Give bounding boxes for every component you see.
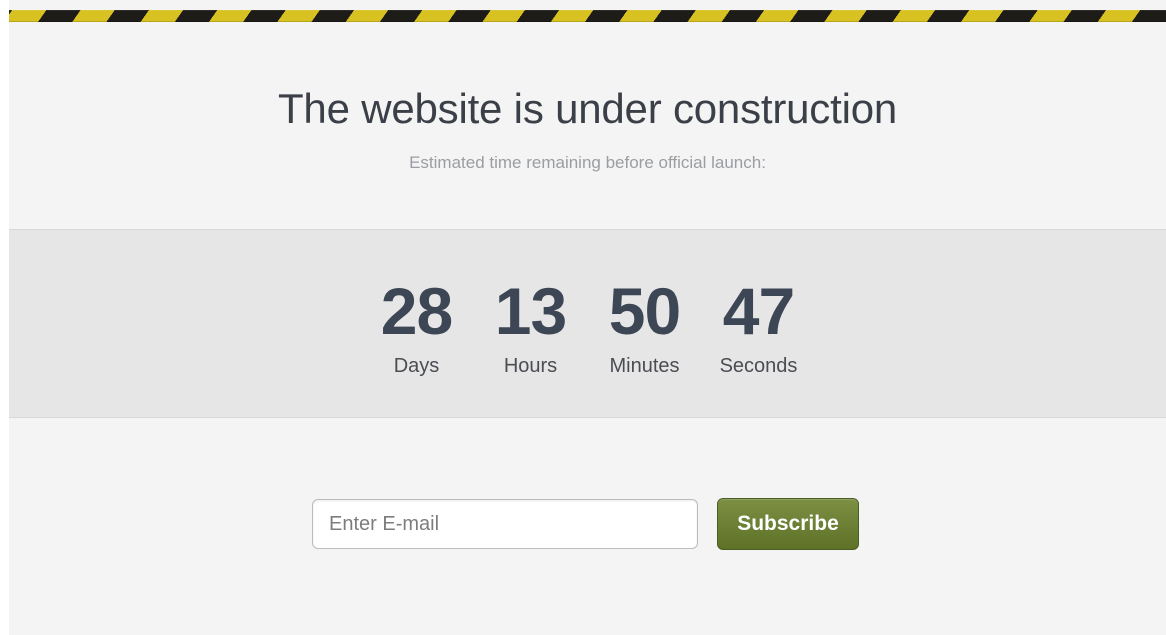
- countdown-seconds: 47 Seconds: [702, 278, 816, 378]
- email-input[interactable]: [312, 499, 698, 549]
- construction-page: The website is under construction Estima…: [9, 0, 1166, 635]
- subscribe-form: Subscribe: [312, 498, 872, 552]
- minutes-label: Minutes: [609, 355, 680, 377]
- countdown-units: 28 Days 13 Hours 50 Minutes 47 Seconds: [9, 278, 1166, 378]
- days-label: Days: [393, 355, 440, 377]
- days-value: 28: [380, 274, 453, 348]
- countdown-minutes: 50 Minutes: [588, 278, 702, 378]
- page: The website is under construction Estima…: [0, 0, 1166, 635]
- subscribe-button[interactable]: Subscribe: [717, 498, 859, 550]
- hours-value: 13: [494, 274, 567, 348]
- page-title: The website is under construction: [277, 85, 898, 132]
- hero-section: The website is under construction Estima…: [9, 22, 1166, 229]
- countdown-section: 28 Days 13 Hours 50 Minutes 47 Seconds: [9, 229, 1166, 418]
- hazard-stripe: [9, 10, 1166, 22]
- minutes-value: 50: [608, 274, 681, 348]
- hours-label: Hours: [503, 355, 558, 377]
- countdown-hours: 13 Hours: [474, 278, 588, 378]
- seconds-label: Seconds: [719, 355, 798, 377]
- countdown-days: 28 Days: [360, 278, 474, 378]
- seconds-value: 47: [722, 274, 795, 348]
- page-subtitle: Estimated time remaining before official…: [409, 153, 766, 172]
